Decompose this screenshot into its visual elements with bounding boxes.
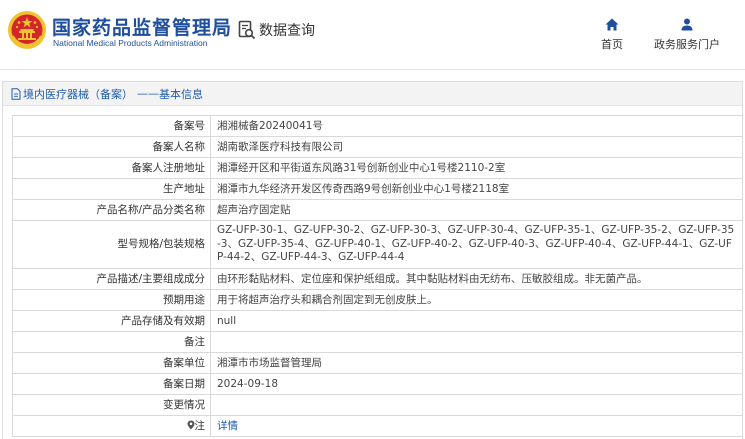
field-label: 型号规格/包装规格 <box>12 220 211 269</box>
breadcrumb-section-link[interactable]: 境内医疗器械（备案） <box>23 86 133 102</box>
table-row: 备案人名称 湖南歌泽医疗科技有限公司 <box>12 136 743 158</box>
field-label: 备案单位 <box>12 351 211 374</box>
field-label: 备案人名称 <box>12 136 211 158</box>
field-value: 详情 <box>210 414 743 437</box>
site-header: 国家药品监督管理局 National Medical Products Admi… <box>0 0 745 70</box>
location-pin-icon <box>187 420 194 429</box>
field-value: null <box>210 309 743 332</box>
table-row: 备案单位 湘潭市市场监督管理局 <box>12 351 743 374</box>
field-value <box>210 330 743 353</box>
table-row: 型号规格/包装规格 GZ-UFP-30-1、GZ-UFP-30-2、GZ-UFP… <box>12 220 743 269</box>
field-label: 备案号 <box>12 115 211 137</box>
table-row: 产品名称/产品分类名称 超声治疗固定贴 <box>12 199 743 221</box>
field-value: 由环形黏贴材料、定位座和保护纸组成。其中黏贴材料由无纺布、压敏胶组成。非无菌产品… <box>210 267 743 290</box>
table-row: 备案日期 2024-09-18 <box>12 372 743 395</box>
document-search-icon <box>238 20 256 40</box>
table-row: 产品描述/主要组成成分 由环形黏贴材料、定位座和保护纸组成。其中黏贴材料由无纺布… <box>12 267 743 290</box>
nav-home[interactable]: 首页 <box>601 18 623 52</box>
field-label: 产品名称/产品分类名称 <box>12 199 211 221</box>
field-value: 超声治疗固定贴 <box>210 199 743 221</box>
field-label: 产品存储及有效期 <box>12 309 211 332</box>
field-label: 备案人注册地址 <box>12 157 211 179</box>
table-row: 预期用途 用于将超声治疗头和耦合剂固定到无创皮肤上。 <box>12 288 743 311</box>
breadcrumb-current: 基本信息 <box>159 87 203 101</box>
home-icon <box>605 18 619 31</box>
table-row: 产品存储及有效期 null <box>12 309 743 332</box>
site-title: 国家药品监督管理局 <box>52 17 233 39</box>
field-value: 2024-09-18 <box>210 372 743 395</box>
table-row: 注 详情 <box>12 414 743 437</box>
nav-government-services[interactable]: 政务服务门户 <box>654 18 720 52</box>
field-value: 湘潭市市场监督管理局 <box>210 351 743 374</box>
field-value: 湘潭市九华经济开发区传奇西路9号创新创业中心1号楼2118室 <box>210 178 743 200</box>
record-detail-panel: 境内医疗器械（备案） —— 基本信息 备案号 湘湘械备20240041号 备案人… <box>2 81 743 439</box>
field-label-note: 注 <box>12 414 211 437</box>
field-value: 湘湘械备20240041号 <box>210 115 743 137</box>
site-title-english: National Medical Products Administration <box>53 38 208 48</box>
user-icon <box>681 18 693 31</box>
data-query-link[interactable]: 数据查询 <box>238 20 315 40</box>
table-row: 备案号 湘湘械备20240041号 <box>12 115 743 137</box>
national-emblem-icon <box>8 11 46 49</box>
field-value <box>210 393 743 416</box>
table-row: 备案人注册地址 湘潭经开区和平街道东风路31号创新创业中心1号楼2110-2室 <box>12 157 743 179</box>
table-row: 生产地址 湘潭市九华经济开发区传奇西路9号创新创业中心1号楼2118室 <box>12 178 743 200</box>
document-icon <box>11 87 21 100</box>
table-row: 备注 <box>12 330 743 353</box>
field-label: 生产地址 <box>12 178 211 200</box>
field-value: 用于将超声治疗头和耦合剂固定到无创皮肤上。 <box>210 288 743 311</box>
detail-link[interactable]: 详情 <box>217 420 238 432</box>
field-label: 备案日期 <box>12 372 211 395</box>
field-value: 湘潭经开区和平街道东风路31号创新创业中心1号楼2110-2室 <box>210 157 743 179</box>
nav-government-services-label: 政务服务门户 <box>654 38 720 51</box>
field-label: 变更情况 <box>12 393 211 416</box>
nav-home-label: 首页 <box>601 38 623 51</box>
field-value: 湖南歌泽医疗科技有限公司 <box>210 136 743 158</box>
field-label: 产品描述/主要组成成分 <box>12 267 211 290</box>
table-row: 变更情况 <box>12 393 743 416</box>
record-info-table: 备案号 湘湘械备20240041号 备案人名称 湖南歌泽医疗科技有限公司 备案人… <box>12 115 743 437</box>
note-label: 注 <box>194 419 206 432</box>
breadcrumb: 境内医疗器械（备案） —— 基本信息 <box>3 82 742 106</box>
breadcrumb-separator: —— <box>137 87 159 100</box>
field-label: 预期用途 <box>12 288 211 311</box>
field-value: GZ-UFP-30-1、GZ-UFP-30-2、GZ-UFP-30-3、GZ-U… <box>210 220 743 269</box>
data-query-label: 数据查询 <box>259 23 315 39</box>
field-label: 备注 <box>12 330 211 353</box>
